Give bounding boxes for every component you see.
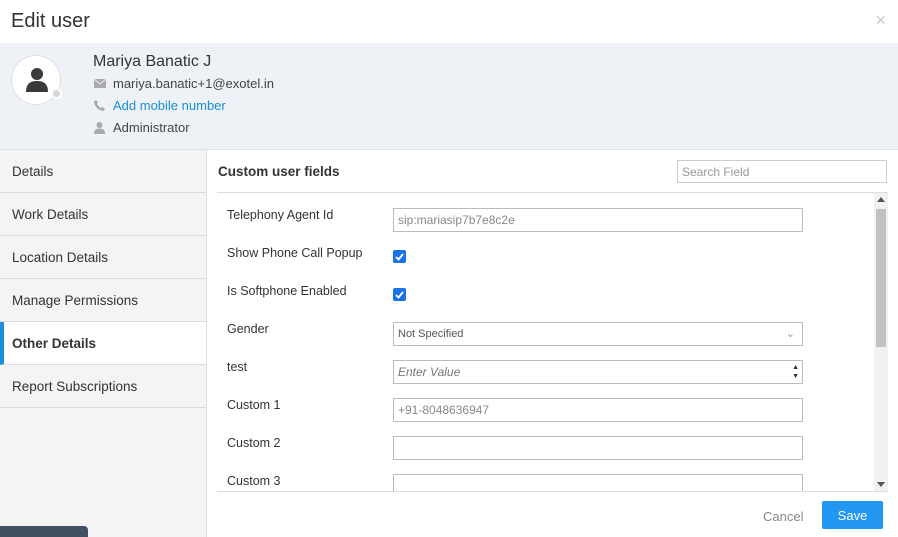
checkmark-icon	[395, 290, 404, 299]
is-softphone-enabled-checkbox[interactable]	[393, 288, 406, 301]
main-panel: Custom user fields Telephony Agent Id si…	[207, 150, 898, 537]
scroll-down-icon[interactable]	[877, 482, 885, 487]
user-name: Mariya Banatic J	[93, 53, 212, 70]
test-number-input[interactable]: Enter Value ▲ ▼	[393, 360, 803, 384]
sidebar-item-other-details[interactable]: Other Details	[0, 322, 206, 365]
phone-row: Add mobile number	[93, 98, 226, 113]
field-row-is-softphone-enabled: Is Softphone Enabled	[217, 269, 857, 307]
email-text: mariya.banatic+1@exotel.in	[113, 76, 274, 91]
custom-1-input[interactable]: +91-8048636947	[393, 398, 803, 422]
footer-divider	[217, 491, 888, 492]
dialog-header: Edit user ×	[0, 0, 898, 43]
field-row-test: test Enter Value ▲ ▼	[217, 345, 857, 384]
cancel-button[interactable]: Cancel	[763, 509, 803, 524]
email-row: mariya.banatic+1@exotel.in	[93, 76, 274, 91]
sidebar-item-details[interactable]: Details	[0, 150, 206, 193]
sidebar-item-manage-permissions[interactable]: Manage Permissions	[0, 279, 206, 322]
user-profile-card: Mariya Banatic J mariya.banatic+1@exotel…	[0, 43, 898, 150]
gender-select[interactable]: Not Specified ⌄	[393, 322, 803, 346]
field-label: Custom 1	[227, 398, 281, 412]
field-label: Telephony Agent Id	[227, 208, 334, 222]
section-title: Custom user fields	[218, 164, 340, 179]
field-row-show-phone-call-popup: Show Phone Call Popup	[217, 231, 857, 269]
field-label: Gender	[227, 322, 269, 336]
envelope-icon	[93, 79, 106, 88]
scroll-thumb[interactable]	[876, 209, 886, 347]
sidebar-item-work-details[interactable]: Work Details	[0, 193, 206, 236]
sidebar: Details Work Details Location Details Ma…	[0, 150, 207, 537]
telephony-agent-id-input[interactable]: sip:mariasip7b7e8c2e	[393, 208, 803, 232]
number-stepper-icon[interactable]: ▲ ▼	[792, 363, 799, 381]
field-row-custom-1: Custom 1 +91-8048636947	[217, 383, 857, 422]
person-icon	[93, 121, 106, 134]
show-phone-call-popup-checkbox[interactable]	[393, 250, 406, 263]
avatar	[11, 55, 62, 105]
test-placeholder: Enter Value	[398, 365, 461, 379]
role-text: Administrator	[113, 120, 190, 135]
checkmark-icon	[395, 252, 404, 261]
search-field-input[interactable]	[677, 160, 887, 183]
chevron-down-icon: ⌄	[785, 328, 795, 340]
custom-3-input[interactable]	[393, 474, 803, 491]
field-label: Custom 3	[227, 474, 281, 488]
scroll-up-icon[interactable]	[877, 197, 885, 202]
custom-2-input[interactable]	[393, 436, 803, 460]
field-row-telephony-agent-id: Telephony Agent Id sip:mariasip7b7e8c2e	[217, 193, 857, 232]
field-label: Is Softphone Enabled	[227, 284, 347, 298]
custom-fields-list: Telephony Agent Id sip:mariasip7b7e8c2e …	[217, 193, 888, 491]
status-dot	[51, 88, 62, 99]
bottom-tab[interactable]	[0, 526, 88, 537]
sidebar-item-report-subscriptions[interactable]: Report Subscriptions	[0, 365, 206, 408]
dialog-title: Edit user	[11, 10, 90, 32]
role-row: Administrator	[93, 120, 190, 135]
fields-scrollbar[interactable]	[874, 193, 888, 491]
sidebar-item-location-details[interactable]: Location Details	[0, 236, 206, 279]
user-avatar-icon	[26, 68, 48, 92]
field-label: Show Phone Call Popup	[227, 246, 363, 260]
field-label: Custom 2	[227, 436, 281, 450]
close-icon[interactable]: ×	[875, 11, 886, 29]
phone-icon	[93, 100, 106, 111]
field-row-custom-3: Custom 3	[217, 459, 857, 491]
gender-select-value: Not Specified	[398, 328, 464, 340]
save-button[interactable]: Save	[822, 501, 883, 529]
add-mobile-number-link[interactable]: Add mobile number	[113, 98, 226, 113]
field-row-custom-2: Custom 2	[217, 421, 857, 460]
field-row-gender: Gender Not Specified ⌄	[217, 307, 857, 346]
field-label: test	[227, 360, 248, 374]
